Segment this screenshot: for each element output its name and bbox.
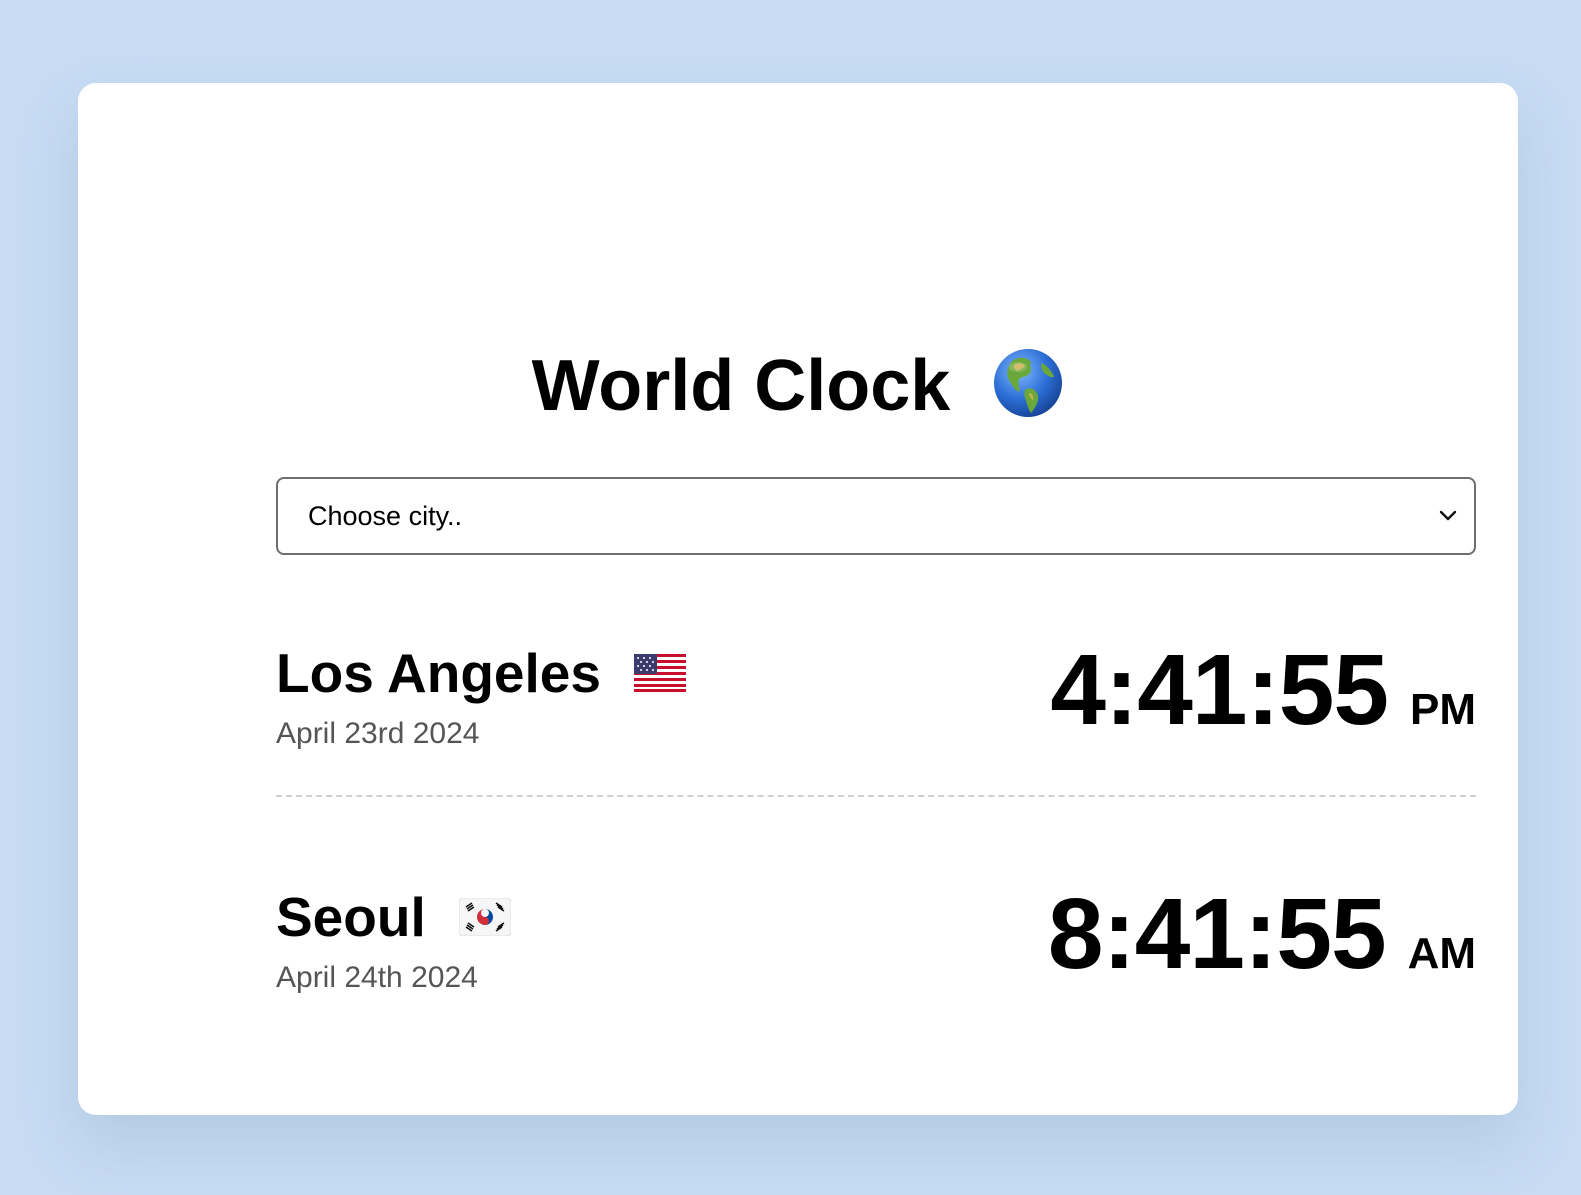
city-time: 8:41:55 AM bbox=[1048, 879, 1476, 989]
time-period: AM bbox=[1407, 929, 1476, 978]
city-name: Los Angeles bbox=[276, 641, 687, 705]
city-select[interactable]: Choose city.. bbox=[276, 477, 1476, 555]
world-clock-card: World Clock Choose city.. Los Angeles Ap… bbox=[78, 83, 1518, 1115]
time-value: 4:41:55 bbox=[1050, 634, 1389, 746]
globe-americas-icon bbox=[994, 348, 1063, 417]
city-row-los-angeles: Los Angeles April 23rd 2024 4:41:55 PM bbox=[276, 631, 1476, 797]
city-name: Seoul bbox=[276, 885, 512, 949]
city-select-value: Choose city.. bbox=[308, 501, 463, 531]
time-value: 8:41:55 bbox=[1047, 878, 1387, 990]
time-period: PM bbox=[1410, 685, 1476, 734]
page-title-text: World Clock bbox=[531, 345, 951, 426]
city-name-text: Los Angeles bbox=[276, 642, 601, 704]
city-name-text: Seoul bbox=[276, 886, 426, 948]
city-row-seoul: Seoul April 24th 2024 8:41:55 AM bbox=[276, 875, 1476, 1035]
city-date: April 24th 2024 bbox=[276, 961, 478, 994]
page-title: World Clock bbox=[78, 341, 1518, 426]
us-flag-icon bbox=[634, 654, 687, 693]
city-date: April 23rd 2024 bbox=[276, 717, 480, 750]
chevron-down-icon bbox=[1439, 510, 1457, 521]
kr-flag-icon bbox=[459, 898, 512, 937]
city-time: 4:41:55 PM bbox=[1050, 635, 1476, 745]
